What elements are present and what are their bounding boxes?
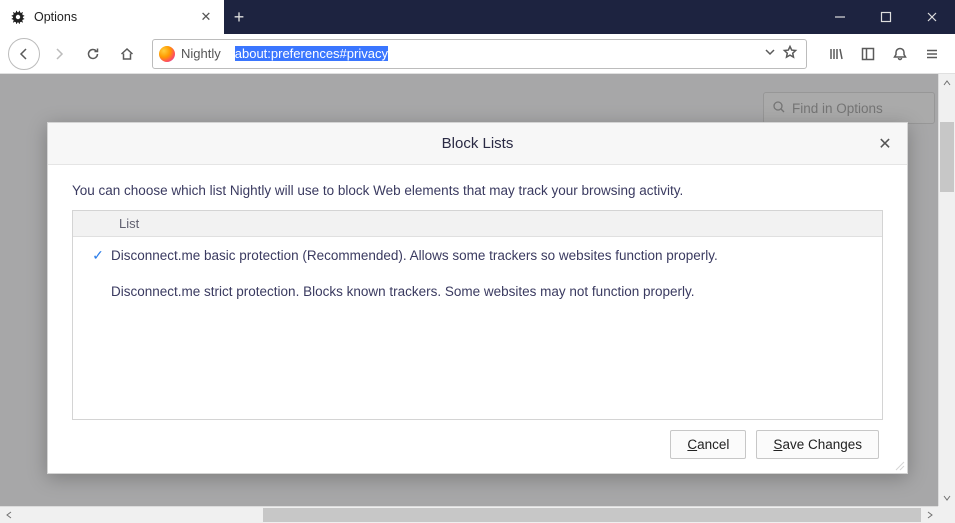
vertical-scrollbar[interactable] xyxy=(938,74,955,506)
navigation-toolbar: Nightly xyxy=(0,34,955,74)
list-item[interactable]: ✓Disconnect.me basic protection (Recomme… xyxy=(73,237,882,274)
identity-box[interactable]: Nightly xyxy=(157,46,227,62)
back-button[interactable] xyxy=(8,38,40,70)
identity-label: Nightly xyxy=(181,46,221,61)
url-bar[interactable]: Nightly xyxy=(152,39,807,69)
bookmark-star-icon[interactable] xyxy=(782,44,798,63)
scroll-right-icon[interactable] xyxy=(921,507,938,523)
list-item-label: Disconnect.me basic protection (Recommen… xyxy=(111,248,718,263)
notifications-button[interactable] xyxy=(885,39,915,69)
firefox-icon xyxy=(159,46,175,62)
list-column-label: List xyxy=(119,216,139,231)
dropmarker-icon[interactable] xyxy=(764,46,776,61)
horizontal-scrollbar[interactable] xyxy=(0,506,938,523)
browser-tab[interactable]: Options ✕ xyxy=(0,0,224,34)
list-column-header[interactable]: List xyxy=(73,211,882,237)
list-item-label: Disconnect.me strict protection. Blocks … xyxy=(111,284,695,299)
reload-button[interactable] xyxy=(78,39,108,69)
home-button[interactable] xyxy=(112,39,142,69)
scroll-up-icon[interactable] xyxy=(939,74,955,91)
cancel-button[interactable]: Cancel xyxy=(670,430,746,459)
gear-icon xyxy=(10,9,26,25)
window-titlebar: Options ✕ + xyxy=(0,0,955,34)
dialog-header: Block Lists ✕ xyxy=(48,123,907,165)
horizontal-scroll-thumb[interactable] xyxy=(263,508,921,522)
block-list-table: List ✓Disconnect.me basic protection (Re… xyxy=(72,210,883,420)
checkmark-icon: ✓ xyxy=(85,247,111,264)
vertical-scroll-thumb[interactable] xyxy=(940,122,954,192)
window-close-button[interactable] xyxy=(909,0,955,34)
resize-grip-icon[interactable] xyxy=(893,459,905,471)
scroll-left-icon[interactable] xyxy=(0,507,17,523)
tab-close-button[interactable]: ✕ xyxy=(198,9,214,25)
tab-title: Options xyxy=(34,10,190,24)
dialog-close-button[interactable]: ✕ xyxy=(873,132,897,156)
dialog-title: Block Lists xyxy=(442,135,514,152)
window-minimize-button[interactable] xyxy=(817,0,863,34)
new-tab-button[interactable]: + xyxy=(224,0,254,34)
url-input[interactable] xyxy=(233,40,758,68)
forward-button[interactable] xyxy=(44,39,74,69)
block-lists-dialog: Block Lists ✕ You can choose which list … xyxy=(47,122,908,474)
sidebars-button[interactable] xyxy=(853,39,883,69)
window-maximize-button[interactable] xyxy=(863,0,909,34)
library-button[interactable] xyxy=(821,39,851,69)
save-changes-button[interactable]: Save Changes xyxy=(756,430,879,459)
scroll-down-icon[interactable] xyxy=(939,489,955,506)
app-menu-button[interactable] xyxy=(917,39,947,69)
dialog-description: You can choose which list Nightly will u… xyxy=(72,183,883,198)
list-item[interactable]: Disconnect.me strict protection. Blocks … xyxy=(73,274,882,309)
